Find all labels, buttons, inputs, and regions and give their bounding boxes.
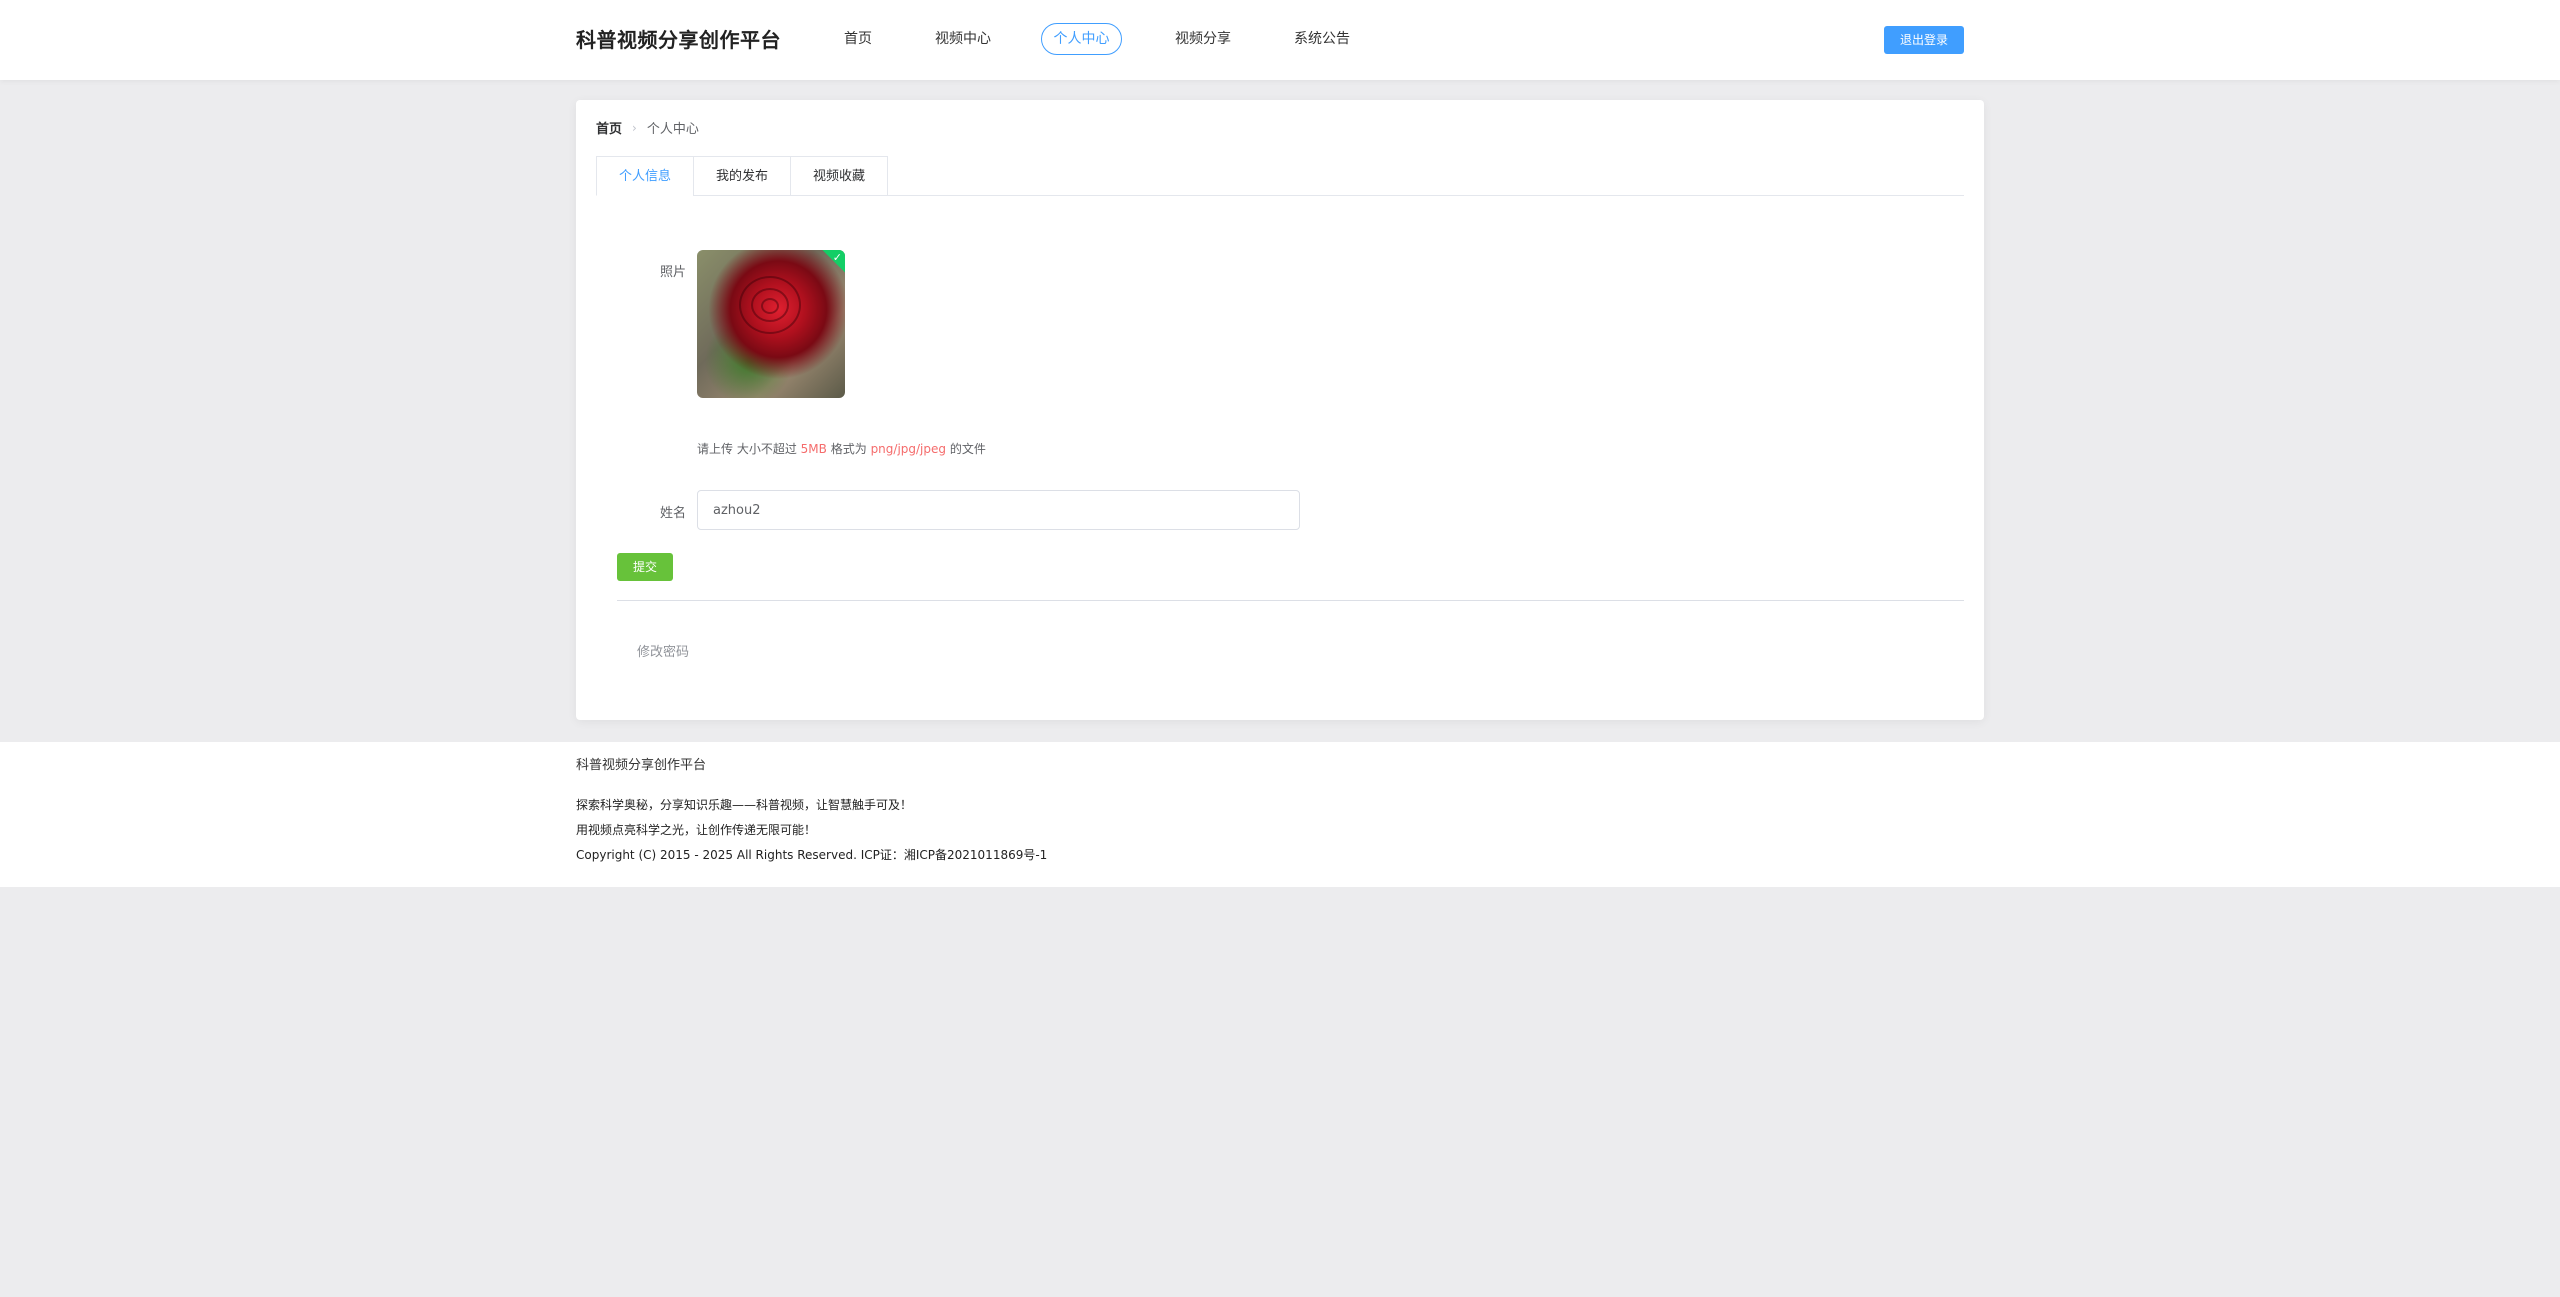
tab-personal-info[interactable]: 个人信息 (596, 156, 694, 196)
name-input[interactable] (697, 490, 1300, 530)
hint-mid: 格式为 (830, 442, 867, 456)
hint-suffix: 的文件 (949, 442, 986, 456)
check-icon: ✓ (832, 251, 842, 264)
nav-item-video-share[interactable]: 视频分享 (1174, 23, 1232, 55)
breadcrumb: 首页 › 个人中心 (596, 118, 699, 138)
change-password-link[interactable]: 修改密码 (637, 641, 689, 660)
rose-petal (761, 298, 779, 314)
footer-slogan-2: 用视频点亮科学之光，让创作传递无限可能！ (576, 823, 817, 837)
breadcrumb-current: 个人中心 (646, 122, 699, 137)
site-brand[interactable]: 科普视频分享创作平台 (576, 24, 781, 53)
photo-label: 照片 (659, 265, 686, 280)
nav-item-video-center[interactable]: 视频中心 (934, 23, 992, 55)
breadcrumb-separator-icon: › (632, 120, 637, 135)
footer-slogan-1: 探索科学奥秘，分享知识乐趣——科普视频，让智慧触手可及！ (576, 798, 913, 812)
tab-my-posts[interactable]: 我的发布 (693, 156, 791, 196)
hint-size: 5MB (800, 442, 827, 456)
footer-copyright: Copyright (C) 2015 - 2025 All Rights Res… (576, 848, 1048, 862)
personal-center-card: 首页 › 个人中心 个人信息 我的发布 视频收藏 照片 ✓ 请上传 大小不超过 … (576, 100, 1984, 720)
hint-formats: png/jpg/jpeg (870, 442, 947, 456)
submit-button[interactable]: 提交 (617, 553, 673, 581)
nav-item-personal-center[interactable]: 个人中心 (1041, 23, 1122, 55)
tab-video-favorites[interactable]: 视频收藏 (790, 156, 888, 196)
nav-item-home[interactable]: 首页 (843, 23, 873, 55)
upload-hint: 请上传 大小不超过 5MB 格式为 png/jpg/jpeg 的文件 (697, 440, 986, 457)
name-label: 姓名 (659, 506, 686, 521)
avatar-upload[interactable]: ✓ (697, 250, 845, 398)
section-divider (617, 600, 1964, 601)
top-header: 科普视频分享创作平台 首页 视频中心 个人中心 视频分享 系统公告 退出登录 (0, 0, 2560, 80)
footer-title: 科普视频分享创作平台 (576, 758, 707, 773)
profile-tabs: 个人信息 我的发布 视频收藏 (596, 156, 1964, 196)
breadcrumb-home[interactable]: 首页 (596, 118, 622, 137)
site-footer: 科普视频分享创作平台 探索科学奥秘，分享知识乐趣——科普视频，让智慧触手可及！ … (0, 742, 2560, 887)
hint-prefix: 请上传 大小不超过 (697, 442, 797, 456)
nav-item-announcements[interactable]: 系统公告 (1293, 23, 1351, 55)
logout-button[interactable]: 退出登录 (1884, 26, 1964, 54)
